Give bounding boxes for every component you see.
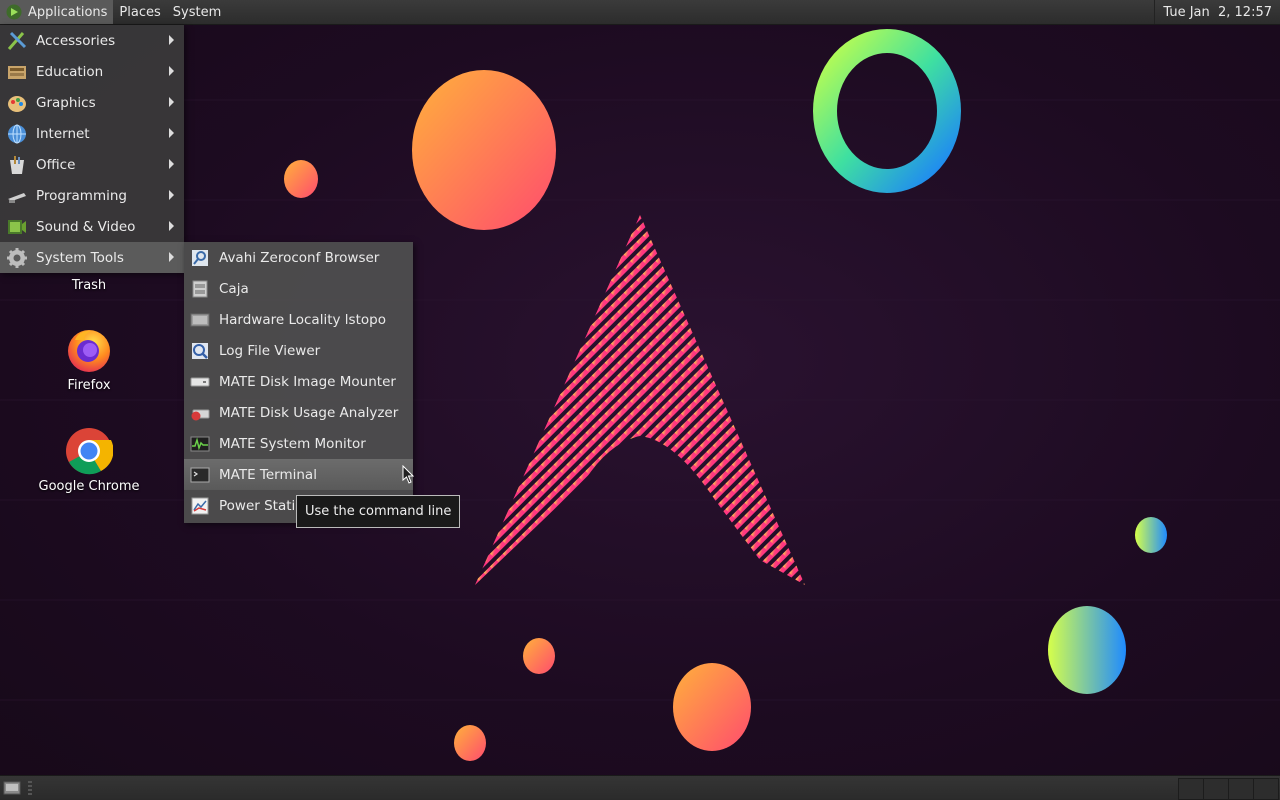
submenu-arrow-icon: [169, 128, 174, 138]
desktop-icon-trash[interactable]: Trash: [29, 278, 149, 293]
workspace-1[interactable]: [1178, 778, 1204, 800]
panel-drag-handle[interactable]: [28, 781, 32, 795]
places-menu-button[interactable]: Places: [113, 0, 166, 24]
disk-usage-icon: [191, 409, 210, 420]
menu-item-label: Accessories: [36, 32, 116, 49]
menu-item-label: MATE Disk Usage Analyzer: [219, 404, 399, 421]
submenu-arrow-icon: [169, 66, 174, 76]
firefox-icon: [68, 330, 110, 372]
clock-text: Tue Jan 2, 12:57: [1163, 4, 1272, 20]
menu-item-programming[interactable]: Programming: [0, 180, 184, 211]
menu-item-label: Internet: [36, 125, 90, 142]
education-icon: [8, 65, 26, 79]
applications-menu: Accessories Education Graphics Internet …: [0, 25, 184, 273]
sound-video-icon: [8, 219, 26, 234]
menu-item-label: Avahi Zeroconf Browser: [219, 249, 380, 266]
system-tools-submenu: Avahi Zeroconf Browser Caja Hardware Loc…: [184, 242, 413, 523]
menu-item-label: Sound & Video: [36, 218, 136, 235]
firefox-label: Firefox: [67, 378, 111, 393]
desktop-icon-firefox[interactable]: Firefox: [29, 326, 149, 393]
menu-item-mate-terminal[interactable]: MATE Terminal: [184, 459, 413, 490]
submenu-arrow-icon: [169, 190, 174, 200]
menu-item-label: Office: [36, 156, 76, 173]
chrome-icon: [66, 428, 113, 475]
menu-item-label: System Tools: [36, 249, 124, 266]
mouse-pointer-icon: [402, 465, 414, 484]
chrome-label: Google Chrome: [38, 479, 140, 494]
places-menu-label: Places: [119, 4, 161, 20]
menu-item-caja[interactable]: Caja: [184, 273, 413, 304]
submenu-arrow-icon: [169, 35, 174, 45]
menu-item-label: Graphics: [36, 94, 96, 111]
menu-item-label: MATE System Monitor: [219, 435, 366, 452]
submenu-arrow-icon: [169, 97, 174, 107]
applications-menu-label: Applications: [28, 4, 108, 20]
menu-item-label: MATE Terminal: [219, 466, 317, 483]
accessories-icon: [7, 31, 27, 50]
trash-label: Trash: [71, 278, 107, 293]
hardware-icon: [190, 313, 210, 326]
disk-mounter-icon: [190, 377, 210, 386]
submenu-arrow-icon: [169, 159, 174, 169]
workspace-4[interactable]: [1253, 778, 1279, 800]
show-desktop-icon[interactable]: [3, 780, 21, 796]
workspace-3[interactable]: [1228, 778, 1254, 800]
panel-menubar: Applications Places System: [0, 0, 227, 24]
menu-item-internet[interactable]: Internet: [0, 118, 184, 149]
applications-menu-button[interactable]: Applications: [0, 0, 114, 24]
menu-item-label: Education: [36, 63, 104, 80]
menu-item-mate-disk-image-mounter[interactable]: MATE Disk Image Mounter: [184, 366, 413, 397]
programming-icon: [8, 192, 26, 203]
menu-item-log-file-viewer[interactable]: Log File Viewer: [184, 335, 413, 366]
file-manager-icon: [192, 280, 208, 297]
menu-item-label: Log File Viewer: [219, 342, 321, 359]
internet-icon: [8, 124, 26, 143]
menu-item-label: MATE Disk Image Mounter: [219, 373, 396, 390]
menu-item-education[interactable]: Education: [0, 56, 184, 87]
workspace-2[interactable]: [1203, 778, 1229, 800]
clock[interactable]: Tue Jan 2, 12:57: [1154, 0, 1280, 24]
menu-item-accessories[interactable]: Accessories: [0, 25, 184, 56]
menu-item-mate-disk-usage-analyzer[interactable]: MATE Disk Usage Analyzer: [184, 397, 413, 428]
system-menu-button[interactable]: System: [167, 0, 227, 24]
tooltip: Use the command line: [296, 495, 461, 528]
menu-item-avahi-zeroconf-browser[interactable]: Avahi Zeroconf Browser: [184, 242, 413, 273]
menu-item-graphics[interactable]: Graphics: [0, 87, 184, 118]
desktop-icon-chrome[interactable]: Google Chrome: [29, 427, 149, 494]
system-tools-icon: [7, 247, 27, 268]
menu-item-label: Caja: [219, 280, 249, 297]
system-menu-label: System: [172, 4, 222, 20]
submenu-arrow-icon: [169, 252, 174, 262]
menu-item-sound-video[interactable]: Sound & Video: [0, 211, 184, 242]
menu-item-mate-system-monitor[interactable]: MATE System Monitor: [184, 428, 413, 459]
office-icon: [10, 155, 24, 174]
terminal-icon: [190, 467, 210, 482]
menu-item-hardware-locality-lstopo[interactable]: Hardware Locality lstopo: [184, 304, 413, 335]
bottom-panel: [0, 775, 1280, 800]
log-viewer-icon: [192, 342, 208, 359]
tooltip-text: Use the command line: [305, 504, 452, 519]
menu-item-label: Programming: [36, 187, 127, 204]
power-statistics-icon: [191, 497, 209, 514]
mate-logo-icon: [6, 4, 22, 20]
graphics-icon: [8, 95, 26, 112]
avahi-icon: [192, 249, 208, 266]
submenu-arrow-icon: [169, 221, 174, 231]
menu-item-system-tools[interactable]: System Tools: [0, 242, 184, 273]
top-panel: Applications Places System Tue Jan 2, 12…: [0, 0, 1280, 25]
menu-item-office[interactable]: Office: [0, 149, 184, 180]
system-monitor-icon: [190, 436, 210, 451]
menu-item-label: Hardware Locality lstopo: [219, 311, 386, 328]
